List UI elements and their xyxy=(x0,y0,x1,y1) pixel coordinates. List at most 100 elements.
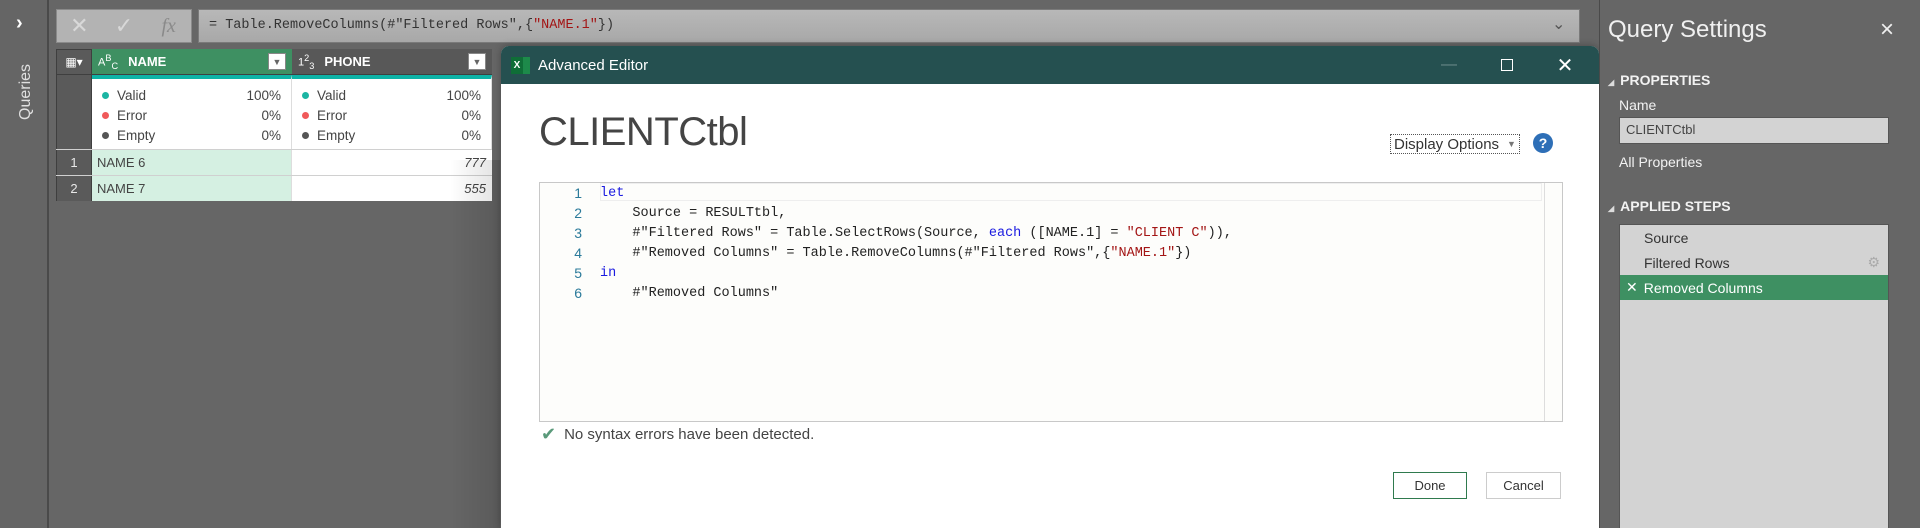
empty-label: Empty xyxy=(317,127,356,143)
error-label: Error xyxy=(117,107,147,123)
code-text: in xyxy=(600,266,616,281)
grid-shadow xyxy=(450,160,500,528)
dropdown-arrow-icon: ▼ xyxy=(1507,139,1516,149)
formula-string: "NAME.1" xyxy=(533,18,598,33)
table-menu-icon[interactable]: ▦▾ xyxy=(56,49,92,75)
column-header-phone[interactable]: 123 PHONE ▼ xyxy=(292,49,492,75)
code-token: ([NAME.1] = xyxy=(1021,225,1127,241)
line-number: 5 xyxy=(574,265,582,281)
chevron-right-icon[interactable]: › xyxy=(16,12,34,34)
data-grid: ▦▾ ABC NAME ▼ 123 PHONE ▼ Valid 100% Erro… xyxy=(56,49,492,201)
code-text: #"Filtered Rows" = Table.SelectRows(Sour… xyxy=(600,226,1232,241)
collapse-triangle-icon[interactable]: ◢ xyxy=(1608,204,1614,213)
done-button[interactable]: Done xyxy=(1393,472,1467,499)
table-row[interactable]: 2 NAME 7 555 xyxy=(56,175,492,201)
column-header-label: NAME xyxy=(128,54,167,69)
expand-formula-icon[interactable]: ⌄ xyxy=(1552,14,1565,34)
code-keyword: each xyxy=(988,225,1022,241)
code-line[interactable]: 6 #"Removed Columns" xyxy=(540,283,778,303)
code-keyword: let xyxy=(600,185,625,201)
delete-step-icon[interactable]: ✕ xyxy=(1626,279,1638,296)
dialog-title-bar[interactable]: X Advanced Editor — ✕ xyxy=(501,46,1599,84)
step-label: Removed Columns xyxy=(1643,279,1763,296)
formula-suffix: }) xyxy=(597,18,615,33)
column-quality-row: Valid 100% Error 0% Empty 0% Valid 100% Erro… xyxy=(56,75,492,149)
code-line[interactable]: 4 #"Removed Columns" = Table.RemoveColum… xyxy=(540,243,1191,263)
code-token: #"Removed Columns" xyxy=(600,285,779,301)
query-name-heading: CLIENTCtbl xyxy=(539,110,748,154)
code-token: #"Removed Columns" = Table.RemoveColumns… xyxy=(600,245,1111,261)
step-removed-columns[interactable]: ✕ Removed Columns xyxy=(1620,275,1888,300)
properties-heading[interactable]: ◢ PROPERTIES xyxy=(1608,72,1710,88)
valid-label: Valid xyxy=(117,87,147,103)
formula-input[interactable]: = Table.RemoveColumns(#"Filtered Rows",{… xyxy=(198,9,1580,43)
cell-name[interactable]: NAME 7 xyxy=(92,176,292,201)
grid-header: ▦▾ ABC NAME ▼ 123 PHONE ▼ xyxy=(56,49,492,75)
code-line[interactable]: 1 let xyxy=(540,183,624,203)
step-label: Filtered Rows xyxy=(1644,254,1730,271)
code-text: #"Removed Columns" xyxy=(600,286,778,301)
advanced-editor-dialog: X Advanced Editor — ✕ CLIENTCtbl Display… xyxy=(501,46,1599,528)
valid-label: Valid xyxy=(317,87,347,103)
query-name-input[interactable]: CLIENTCtbl xyxy=(1619,117,1889,144)
applied-steps-list: Source Filtered Rows ⚙ ✕ Removed Columns xyxy=(1619,224,1889,528)
code-line[interactable]: 3 #"Filtered Rows" = Table.SelectRows(So… xyxy=(540,223,1232,243)
valid-pct: 100% xyxy=(446,87,481,103)
syntax-status: ✔ No syntax errors have been detected. xyxy=(541,424,814,444)
minimize-button[interactable]: — xyxy=(1429,46,1469,84)
query-settings-title: Query Settings xyxy=(1608,16,1767,43)
row-number[interactable]: 1 xyxy=(56,150,92,175)
step-source[interactable]: Source xyxy=(1620,225,1888,250)
valid-dot-icon xyxy=(302,91,309,99)
code-text: let xyxy=(600,186,624,201)
maximize-button[interactable] xyxy=(1487,46,1527,84)
name-label: Name xyxy=(1619,97,1657,113)
gear-icon[interactable]: ⚙ xyxy=(1867,254,1880,271)
checkmark-icon: ✔ xyxy=(541,423,557,444)
syntax-status-text: No syntax errors have been detected. xyxy=(564,425,815,443)
line-number: 1 xyxy=(574,185,582,201)
code-line[interactable]: 5 in xyxy=(540,263,616,283)
filter-dropdown-icon[interactable]: ▼ xyxy=(468,53,486,70)
table-row[interactable]: 1 NAME 6 777 xyxy=(56,149,492,175)
dialog-title: Advanced Editor xyxy=(538,56,649,74)
row-number[interactable]: 2 xyxy=(56,176,92,201)
cancel-button[interactable]: Cancel xyxy=(1486,472,1561,499)
queries-pane-label[interactable]: Queries xyxy=(6,62,46,122)
applied-steps-heading[interactable]: ◢ APPLIED STEPS xyxy=(1608,198,1731,214)
code-editor[interactable]: 1 let 2 Source = RESULTtbl, 3 #"Filtered Ro… xyxy=(539,182,1563,422)
text-type-icon[interactable]: ABC xyxy=(98,53,118,71)
excel-icon: X xyxy=(511,56,530,74)
empty-pct: 0% xyxy=(461,127,481,143)
all-properties-link[interactable]: All Properties xyxy=(1619,154,1702,170)
code-line[interactable]: 2 Source = RESULTtbl, xyxy=(540,203,786,223)
collapse-triangle-icon[interactable]: ◢ xyxy=(1608,78,1614,87)
code-token: )), xyxy=(1207,225,1232,241)
valid-dot-icon xyxy=(102,91,109,99)
column-header-name[interactable]: ABC NAME ▼ xyxy=(92,49,292,75)
properties-heading-label: PROPERTIES xyxy=(1620,72,1711,88)
vertical-scrollbar[interactable] xyxy=(1544,183,1562,421)
row-number-spacer xyxy=(56,75,92,149)
error-dot-icon xyxy=(302,111,309,119)
step-filtered-rows[interactable]: Filtered Rows ⚙ xyxy=(1620,250,1888,275)
close-settings-icon[interactable]: × xyxy=(1880,16,1894,44)
valid-pct: 100% xyxy=(246,87,281,103)
display-options-dropdown[interactable]: Display Options ▼ xyxy=(1390,134,1520,154)
help-icon[interactable]: ? xyxy=(1533,133,1553,153)
line-number: 3 xyxy=(574,225,582,241)
number-type-icon[interactable]: 123 xyxy=(298,53,314,71)
code-token: Source = RESULTtbl, xyxy=(600,205,787,221)
code-text: #"Removed Columns" = Table.RemoveColumns… xyxy=(600,246,1191,261)
display-options-label: Display Options xyxy=(1394,135,1500,153)
cell-name[interactable]: NAME 6 xyxy=(92,150,292,175)
applied-steps-heading-label: APPLIED STEPS xyxy=(1620,198,1731,214)
code-token: }) xyxy=(1175,245,1192,261)
column-quality-name: Valid 100% Error 0% Empty 0% xyxy=(92,75,292,149)
commit-formula-icon[interactable]: ✓ xyxy=(102,13,147,39)
cancel-formula-icon[interactable]: ✕ xyxy=(57,13,102,39)
code-text: Source = RESULTtbl, xyxy=(600,206,786,221)
filter-dropdown-icon[interactable]: ▼ xyxy=(268,53,286,70)
fx-icon[interactable]: fx xyxy=(146,15,191,38)
close-button[interactable]: ✕ xyxy=(1545,46,1585,84)
